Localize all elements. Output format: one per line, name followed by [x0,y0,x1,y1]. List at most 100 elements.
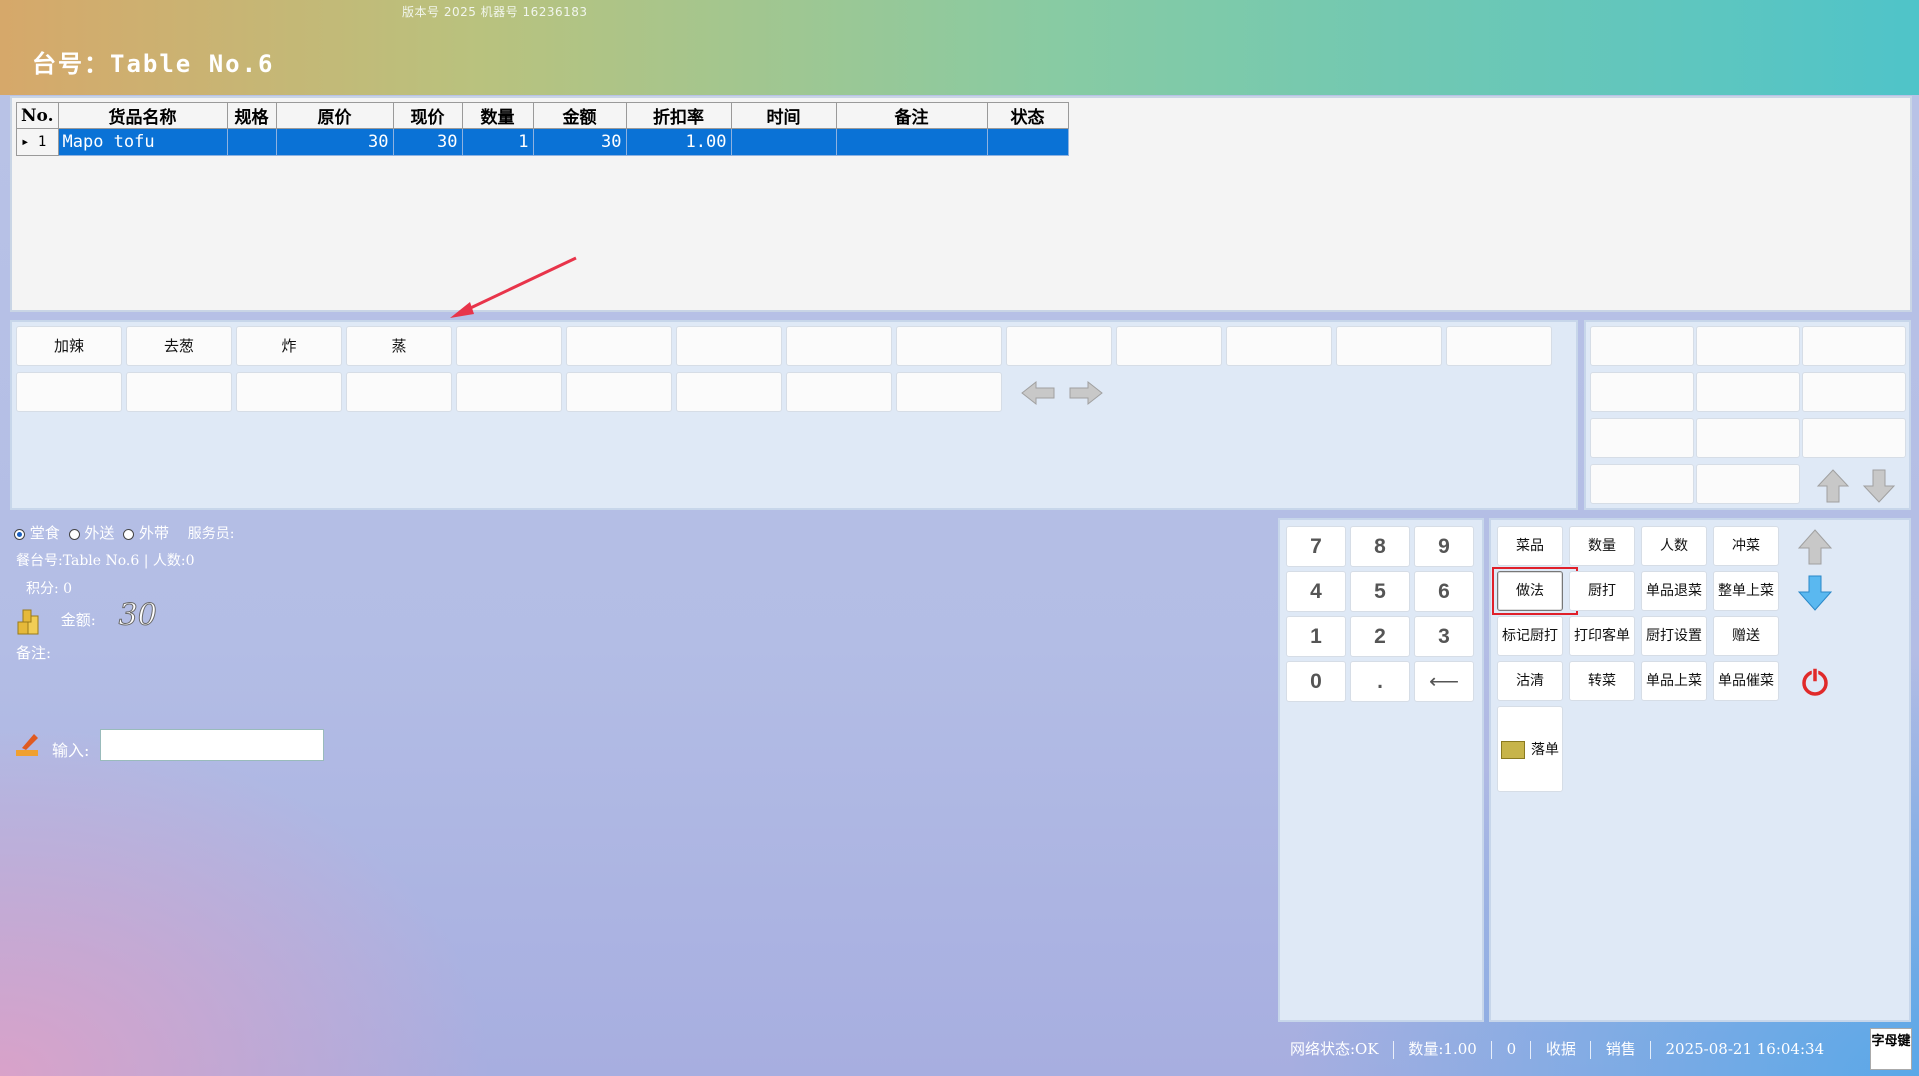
modifier-button[interactable] [236,372,342,412]
modifier-button[interactable]: 蒸 [346,326,452,366]
col-amount: 金额 [532,102,627,129]
modifier-button[interactable] [126,372,232,412]
cell-price[interactable]: 30 [392,128,463,156]
return-item-button[interactable]: 单品退菜 [1641,571,1707,611]
modifier-button[interactable] [896,326,1002,366]
transfer-dish-button[interactable]: 转菜 [1569,661,1635,701]
category-button[interactable] [1590,326,1694,366]
gift-button[interactable]: 赠送 [1713,616,1779,656]
cell-discount[interactable]: 1.00 [625,128,732,156]
key-6[interactable]: 6 [1414,571,1474,612]
modifier-button[interactable] [16,372,122,412]
key-5[interactable]: 5 [1350,571,1410,612]
arrow-down-icon[interactable] [1797,574,1833,612]
category-button[interactable] [1696,372,1800,412]
category-button[interactable] [1696,326,1800,366]
key-8[interactable]: 8 [1350,526,1410,567]
category-button[interactable] [1696,464,1800,504]
power-icon[interactable] [1799,666,1831,698]
cell-name[interactable]: Mapo tofu [57,128,228,156]
modifier-button[interactable]: 去葱 [126,326,232,366]
sold-out-button[interactable]: 沽清 [1497,661,1563,701]
dining-type-group[interactable]: 堂食 外送 外带 服务员: [14,522,234,543]
modifier-button[interactable] [456,372,562,412]
modifier-button[interactable] [1006,326,1112,366]
radio-takeout[interactable] [123,528,135,540]
modifier-button[interactable] [1336,326,1442,366]
annotation-arrow-icon [450,256,577,318]
col-no: No. [16,102,59,129]
key-4[interactable]: 4 [1286,571,1346,612]
rush-item-button[interactable]: 单品催菜 [1713,661,1779,701]
modifier-button[interactable] [676,326,782,366]
dish-button[interactable]: 菜品 [1497,526,1563,566]
cell-remark[interactable] [835,128,988,156]
arrow-right-icon[interactable] [1066,378,1106,408]
order-icon [1501,741,1525,759]
print-receipt-button[interactable]: 打印客单 [1569,616,1635,656]
coins-icon [17,609,39,635]
modifier-button[interactable] [786,372,892,412]
modifier-button[interactable] [1446,326,1552,366]
modifier-button[interactable] [1116,326,1222,366]
key-9[interactable]: 9 [1414,526,1474,567]
cell-orig-price[interactable]: 30 [275,128,394,156]
category-button[interactable] [1802,326,1906,366]
modifier-button[interactable]: 加辣 [16,326,122,366]
category-button[interactable] [1802,418,1906,458]
arrow-up-icon[interactable] [1816,468,1850,504]
category-button[interactable] [1802,372,1906,412]
cell-amount[interactable]: 30 [532,128,627,156]
key-backspace[interactable]: ⟵ [1414,661,1474,702]
mark-kitchen-print-button[interactable]: 标记厨打 [1497,616,1563,656]
modifier-button[interactable] [786,326,892,366]
cell-qty[interactable]: 1 [461,128,534,156]
cell-spec[interactable] [226,128,277,156]
key-dot[interactable]: . [1350,661,1410,702]
modifier-button[interactable] [676,372,782,412]
radio-dine-in[interactable] [14,528,25,540]
place-order-button[interactable]: 落单 [1497,706,1563,792]
flush-button[interactable]: 冲菜 [1713,526,1779,566]
radio-delivery[interactable] [68,528,80,540]
keyboard-toggle-button[interactable]: 字母键 [1870,1028,1912,1070]
status-bar: 网络状态:OK 数量:1.00 0 收据 销售 2025-08-21 16:04… [1290,1038,1828,1062]
kitchen-print-settings-button[interactable]: 厨打设置 [1641,616,1707,656]
key-1[interactable]: 1 [1286,616,1346,657]
key-2[interactable]: 2 [1350,616,1410,657]
key-7[interactable]: 7 [1286,526,1346,567]
kitchen-print-button[interactable]: 厨打 [1569,571,1635,611]
serve-all-button[interactable]: 整单上菜 [1713,571,1779,611]
order-table[interactable]: No. 货品名称 规格 原价 现价 数量 金额 折扣率 时间 备注 状态 ▸ 1… [16,102,1069,156]
table-title: 台号：Table No.6 [32,50,275,78]
guests-button[interactable]: 人数 [1641,526,1707,566]
arrow-down-icon[interactable] [1862,468,1896,504]
function-panel: 菜品 数量 人数 冲菜 做法 厨打 单品退菜 整单上菜 标记厨打 打印客单 厨打… [1489,518,1911,1022]
serve-item-button[interactable]: 单品上菜 [1641,661,1707,701]
arrow-left-icon[interactable] [1018,378,1058,408]
quantity-button[interactable]: 数量 [1569,526,1635,566]
key-0[interactable]: 0 [1286,661,1346,702]
modifier-button[interactable] [456,326,562,366]
modifier-button[interactable]: 炸 [236,326,342,366]
input-field[interactable] [100,729,324,761]
col-time: 时间 [730,102,837,129]
modifier-button[interactable] [896,372,1002,412]
modifier-button[interactable] [1226,326,1332,366]
count-status: 0 [1506,1040,1517,1058]
modifier-button[interactable] [566,326,672,366]
cell-status[interactable] [986,128,1069,156]
cooking-method-button[interactable]: 做法 [1497,571,1563,611]
key-3[interactable]: 3 [1414,616,1474,657]
category-button[interactable] [1590,464,1694,504]
table-row[interactable]: ▸ 1 Mapo tofu 30 30 1 30 1.00 [16,128,1069,156]
modifier-button[interactable] [566,372,672,412]
col-discount: 折扣率 [625,102,732,129]
radio-label: 外带 [138,524,169,542]
modifier-button[interactable] [346,372,452,412]
arrow-up-icon[interactable] [1797,528,1833,566]
category-button[interactable] [1590,372,1694,412]
category-button[interactable] [1696,418,1800,458]
cell-time[interactable] [730,128,837,156]
category-button[interactable] [1590,418,1694,458]
